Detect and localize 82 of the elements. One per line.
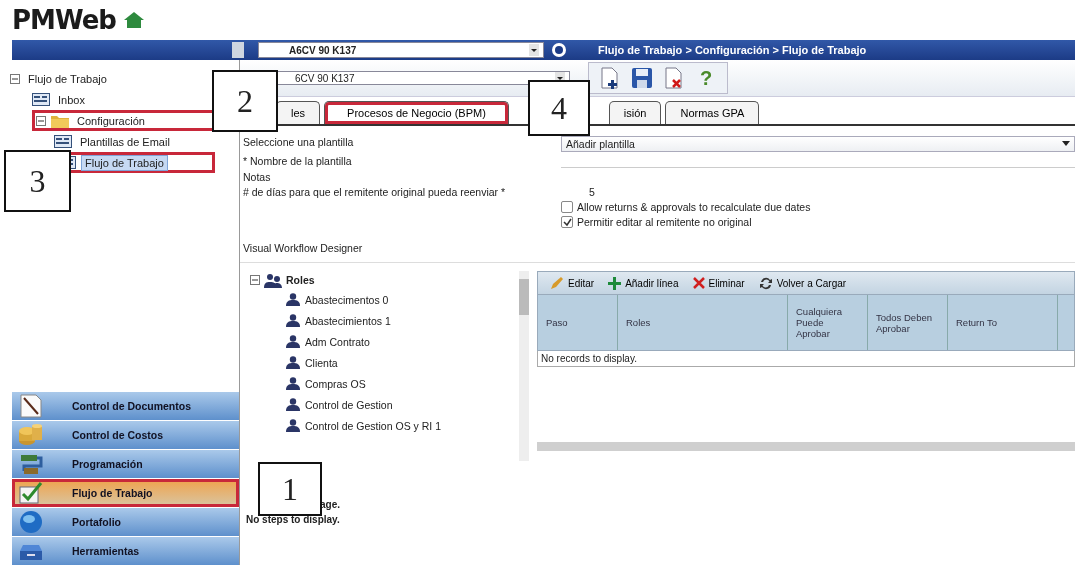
toolbar-button[interactable]: Añadir línea <box>608 276 679 290</box>
form-icon <box>32 93 50 106</box>
project-dropdown[interactable]: A6CV 90 K137 <box>258 42 544 58</box>
column-header: Todos Deben Aprobar <box>868 295 948 350</box>
pencil-icon <box>550 276 564 290</box>
tree-item[interactable]: Roles <box>286 274 315 286</box>
user-icon <box>286 293 300 306</box>
callout-number: 3 <box>4 150 71 212</box>
checkbox-label: Permitir editar al remitente no original <box>577 216 752 228</box>
column-header: Return To <box>948 295 1058 350</box>
field-label: # de días para que el remitente original pueda reenviar * <box>243 186 507 198</box>
user-icon <box>286 314 300 327</box>
checkbox[interactable] <box>561 216 573 228</box>
plus-icon <box>608 276 622 290</box>
tab[interactable]: isión <box>608 101 662 124</box>
nav-item[interactable]: Programación <box>12 450 239 478</box>
empty-message: No records to display. <box>537 351 1075 367</box>
field-label: Seleccione una plantilla <box>243 136 355 150</box>
tree-item[interactable]: Abastecimientos 1 <box>305 314 391 327</box>
nav-item[interactable]: Control de Documentos <box>12 392 239 420</box>
breadcrumb: Flujo de Trabajo > Configuración > Flujo de Trabajo <box>598 44 867 56</box>
save-button[interactable] <box>629 66 655 90</box>
dropdown-icon[interactable] <box>1062 141 1070 147</box>
users-icon <box>264 272 282 288</box>
field-label: Notas <box>243 171 272 183</box>
collapse-icon[interactable] <box>250 275 260 285</box>
nav-item[interactable]: Portafolio <box>12 508 239 536</box>
section-title: Visual Workflow Designer <box>240 228 1075 263</box>
tree-item[interactable]: Control de Gestion <box>305 398 393 411</box>
user-icon <box>286 398 300 411</box>
nav-item[interactable]: Herramientas <box>12 537 239 565</box>
tree-item[interactable]: Clienta <box>305 356 338 369</box>
logo: PMWeb <box>12 5 116 35</box>
splitter-handle[interactable] <box>232 42 244 58</box>
toolbar-button[interactable]: Editar <box>550 276 595 290</box>
user-icon <box>286 377 300 390</box>
field-value: 5 <box>588 186 596 198</box>
tree-item[interactable]: Flujo de Trabajo <box>25 71 110 86</box>
callout-number: 1 <box>258 462 322 516</box>
close-icon <box>692 277 705 289</box>
column-header: Paso <box>538 295 618 350</box>
reload-icon <box>758 276 773 290</box>
tree-item[interactable]: Control de Gestion OS y RI 1 <box>305 419 441 432</box>
tree-item[interactable]: Plantillas de Email <box>77 134 173 149</box>
column-header: Roles <box>618 295 788 350</box>
checkbox[interactable] <box>561 201 573 213</box>
tree-item[interactable]: Inbox <box>55 92 88 107</box>
tab[interactable]: Normas GPA <box>665 101 760 124</box>
nav-item[interactable]: Flujo de Trabajo <box>12 479 239 507</box>
checkbox-icon <box>18 481 44 505</box>
callout-number: 2 <box>212 70 278 132</box>
tree-item[interactable]: Abastecimentos 0 <box>305 293 389 306</box>
nav-item[interactable]: Control de Costos <box>12 421 239 449</box>
info-icon[interactable] <box>550 42 568 58</box>
user-icon <box>286 419 300 432</box>
collapse-icon[interactable] <box>36 115 46 126</box>
user-icon <box>286 356 300 369</box>
home-icon[interactable] <box>123 12 144 28</box>
folder-icon <box>51 113 69 128</box>
coins-icon <box>18 423 44 447</box>
tree-item[interactable]: Compras OS <box>305 377 366 390</box>
field-label: * Nombre de la plantilla <box>243 155 353 168</box>
callout-number: 4 <box>528 80 590 136</box>
tree-item[interactable]: Configuración <box>74 113 148 128</box>
toolbar-button[interactable]: Eliminar <box>692 277 745 289</box>
tab[interactable]: les <box>276 101 321 124</box>
message-text: No steps to display. <box>246 514 341 525</box>
user-icon <box>286 335 300 348</box>
toolbar-button[interactable]: Volver a Cargar <box>758 276 847 290</box>
tab[interactable]: Procesos de Negocio (BPM) <box>324 101 509 124</box>
column-header: Cualquiera Puede Aprobar <box>788 295 868 350</box>
document-icon <box>18 394 44 418</box>
template-dropdown[interactable]: Añadir plantilla <box>561 136 1075 152</box>
form-icon <box>54 135 72 148</box>
help-button[interactable]: ? <box>693 66 719 90</box>
globe-icon <box>18 510 44 534</box>
checkbox-label: Allow returns & approvals to recalculate due dates <box>577 201 811 213</box>
tree-item[interactable]: Adm Contrato <box>305 335 370 348</box>
tree-item[interactable]: Flujo de Trabajo <box>81 154 168 171</box>
dropdown-icon[interactable] <box>529 44 539 56</box>
collapse-icon[interactable] <box>10 73 20 84</box>
chart-icon <box>18 452 44 476</box>
